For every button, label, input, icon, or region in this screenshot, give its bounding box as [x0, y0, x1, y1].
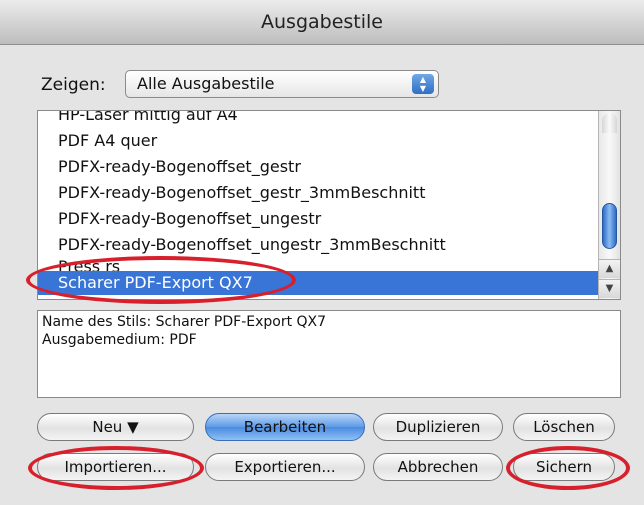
- list-item[interactable]: PDFX-ready-Bogenoffset_ungestr: [38, 207, 598, 231]
- list-item[interactable]: PDF A4 quer: [38, 129, 598, 153]
- import-button[interactable]: Importieren...: [37, 453, 194, 481]
- list-item-selected[interactable]: Scharer PDF-Export QX7: [38, 271, 598, 295]
- edit-button[interactable]: Bearbeiten: [205, 413, 365, 441]
- style-name-line: Name des Stils: Scharer PDF-Export QX7: [42, 314, 327, 330]
- cancel-button[interactable]: Abbrechen: [373, 453, 503, 481]
- list-item[interactable]: HP-Laser mittig auf A4: [38, 111, 598, 127]
- new-button[interactable]: Neu ▼: [37, 413, 194, 441]
- save-button[interactable]: Sichern: [513, 453, 615, 481]
- list-item[interactable]: PDFX-ready-Bogenoffset_ungestr_3mmBeschn…: [38, 233, 598, 257]
- scroll-thumb[interactable]: [602, 203, 617, 249]
- output-styles-dialog: Ausgabestile Zeigen: Alle Ausgabestile ▲…: [0, 0, 644, 505]
- scroll-down-arrow-icon[interactable]: ▼: [599, 279, 620, 298]
- show-filter-popup[interactable]: Alle Ausgabestile ▲ ▼: [125, 70, 439, 98]
- duplicate-button[interactable]: Duplizieren: [373, 413, 503, 441]
- scroll-track-cap: [602, 113, 617, 133]
- show-filter-value: Alle Ausgabestile: [137, 74, 275, 93]
- export-button[interactable]: Exportieren...: [205, 453, 365, 481]
- output-medium-line: Ausgabemedium: PDF: [42, 332, 197, 348]
- popup-arrows-icon: ▲ ▼: [412, 74, 434, 94]
- style-description: Name des Stils: Scharer PDF-Export QX7 A…: [37, 310, 621, 398]
- list-scrollbar[interactable]: ▲ ▼: [598, 111, 620, 299]
- scroll-up-arrow-icon[interactable]: ▲: [599, 259, 620, 278]
- window-title: Ausgabestile: [0, 0, 644, 45]
- styles-list[interactable]: HP-Laser mittig auf A4 PDF A4 quer PDFX-…: [37, 110, 621, 300]
- delete-button[interactable]: Löschen: [513, 413, 615, 441]
- list-item[interactable]: PDFX-ready-Bogenoffset_gestr_3mmBeschnit…: [38, 181, 598, 205]
- list-item[interactable]: PDFX-ready-Bogenoffset_gestr: [38, 155, 598, 179]
- show-label: Zeigen:: [41, 75, 106, 95]
